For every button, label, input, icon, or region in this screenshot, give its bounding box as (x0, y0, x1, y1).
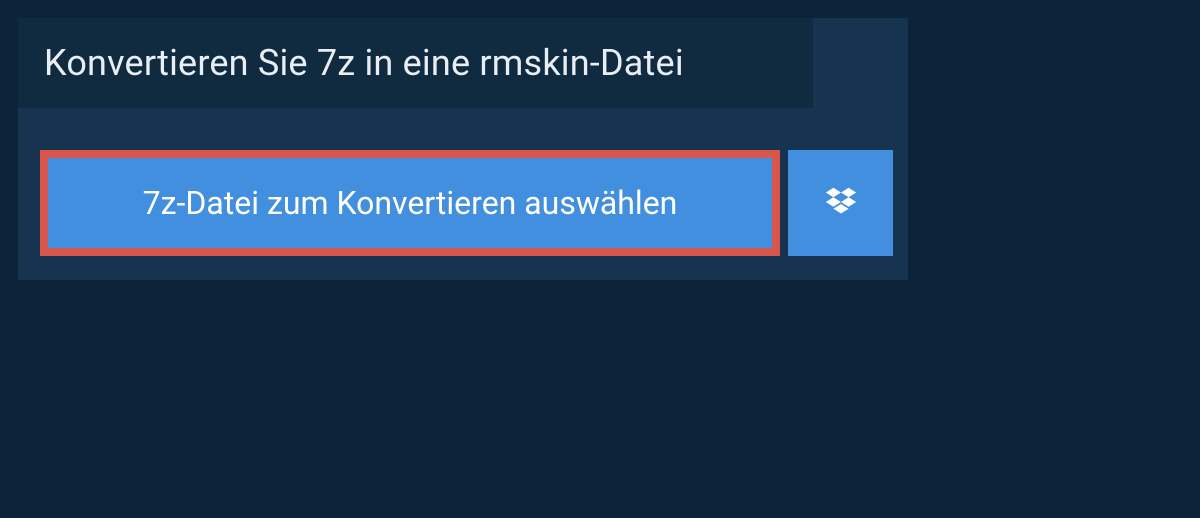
select-file-button[interactable]: 7z-Datei zum Konvertieren auswählen (40, 150, 780, 256)
dropbox-button[interactable] (788, 150, 893, 256)
converter-panel: Konvertieren Sie 7z in eine rmskin-Datei… (18, 18, 908, 280)
title-bar: Konvertieren Sie 7z in eine rmskin-Datei (18, 18, 813, 108)
select-file-label: 7z-Datei zum Konvertieren auswählen (143, 184, 678, 222)
dropbox-icon (822, 184, 860, 222)
button-row: 7z-Datei zum Konvertieren auswählen (40, 150, 908, 256)
page-title: Konvertieren Sie 7z in eine rmskin-Datei (44, 42, 787, 84)
